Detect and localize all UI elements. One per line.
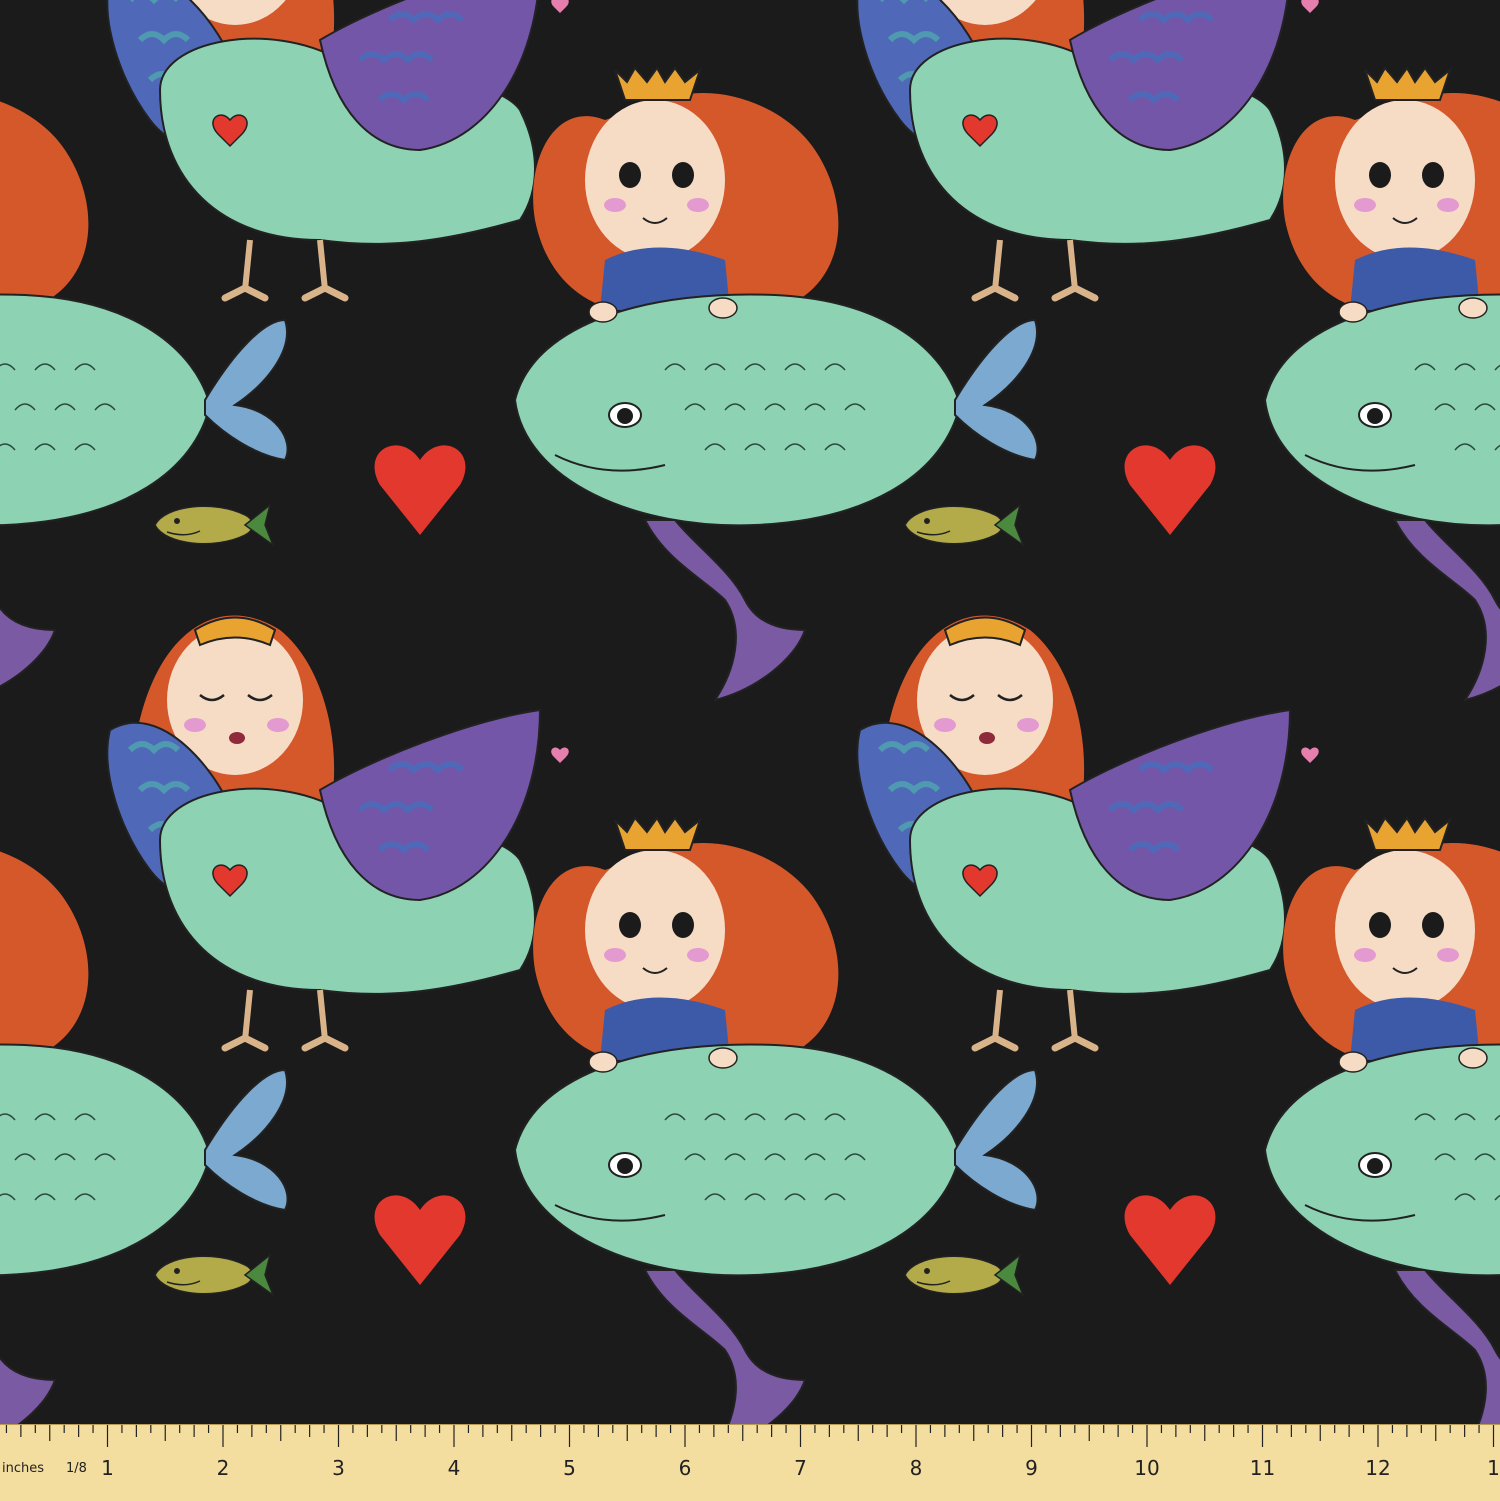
fish-mermaid-motif xyxy=(1264,817,1500,1451)
heart-icon xyxy=(374,445,466,535)
ruler-number: 7 xyxy=(794,1456,807,1480)
bird-fairy-motif xyxy=(857,0,1318,298)
heart-icon xyxy=(1124,445,1216,535)
ruler-number: 1 xyxy=(101,1456,114,1480)
ruler-fraction-label: 1/8 xyxy=(66,1461,87,1476)
ruler-number: 12 xyxy=(1365,1456,1390,1480)
small-fish-motif xyxy=(154,504,274,546)
heart-icon xyxy=(1124,1195,1216,1285)
ruler-number: 6 xyxy=(679,1456,692,1480)
ruler-number: 8 xyxy=(910,1456,923,1480)
bird-fairy-motif xyxy=(857,616,1318,1048)
bird-fairy-motif xyxy=(107,0,568,298)
ruler-number: 11 xyxy=(1250,1456,1275,1480)
small-fish-motif xyxy=(904,1254,1024,1296)
fabric-swatch xyxy=(0,0,1500,1500)
small-fish-motif xyxy=(904,504,1024,546)
ruler-number: 4 xyxy=(448,1456,461,1480)
measurement-ruler: 1 2 3 4 5 6 7 8 9 10 11 12 1 inches 1/8 xyxy=(0,1424,1500,1501)
ruler-number: 1 xyxy=(1487,1456,1500,1480)
fabric-pattern xyxy=(0,0,1500,1451)
ruler-number: 9 xyxy=(1025,1456,1038,1480)
fish-mermaid-motif xyxy=(1264,67,1500,701)
ruler-ticks: 1 2 3 4 5 6 7 8 9 10 11 12 1 xyxy=(5,1425,1500,1480)
small-fish-motif xyxy=(154,1254,274,1296)
ruler-number: 10 xyxy=(1134,1456,1159,1480)
heart-icon xyxy=(374,1195,466,1285)
bird-fairy-motif xyxy=(107,616,568,1048)
ruler-unit-label: inches xyxy=(2,1461,45,1476)
ruler-number: 3 xyxy=(332,1456,345,1480)
ruler-number: 5 xyxy=(563,1456,576,1480)
ruler-number: 2 xyxy=(217,1456,230,1480)
